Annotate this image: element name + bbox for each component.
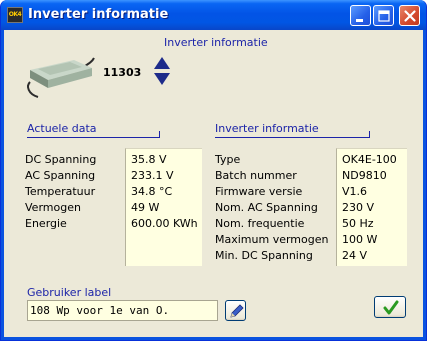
label-temperatuur: Temperatuur bbox=[25, 185, 96, 198]
edit-label-button[interactable] bbox=[225, 300, 246, 321]
label-maximum-vermogen: Maximum vermogen bbox=[215, 233, 329, 246]
label-vermogen: Vermogen bbox=[25, 201, 81, 214]
inverter-info-divider bbox=[215, 131, 370, 138]
page-title: Inverter informatie bbox=[164, 36, 268, 49]
value-nom-ac-spanning: 230 V bbox=[342, 201, 375, 214]
triangle-down-icon[interactable] bbox=[153, 72, 171, 86]
ok4-app-icon[interactable]: OK4 bbox=[7, 7, 23, 23]
label-type: Type bbox=[215, 153, 241, 166]
label-nom-ac-spanning: Nom. AC Spanning bbox=[215, 201, 318, 214]
close-button[interactable] bbox=[399, 5, 420, 26]
value-dc-spanning: 35.8 V bbox=[131, 153, 167, 166]
inverter-info-values: OK4E-100 ND9810 V1.6 230 V 50 Hz 100 W 2… bbox=[336, 148, 407, 266]
value-batch-nummer: ND9810 bbox=[342, 169, 387, 182]
inverter-number: 11303 bbox=[103, 66, 142, 79]
label-min-dc-spanning: Min. DC Spanning bbox=[215, 249, 313, 262]
value-type: OK4E-100 bbox=[342, 153, 397, 166]
label-batch-nummer: Batch nummer bbox=[215, 169, 297, 182]
value-maximum-vermogen: 100 W bbox=[342, 233, 378, 246]
label-energie: Energie bbox=[25, 217, 67, 230]
value-firmware-versie: V1.6 bbox=[342, 185, 368, 198]
actual-data-labels: DC Spanning AC Spanning Temperatuur Verm… bbox=[25, 152, 96, 232]
minimize-button[interactable] bbox=[350, 5, 371, 26]
inverter-info-labels: Type Batch nummer Firmware versie Nom. A… bbox=[215, 152, 328, 264]
pencil-icon bbox=[230, 304, 244, 318]
title-bar[interactable]: OK4 Inverter informatie bbox=[1, 0, 426, 30]
maximize-button[interactable] bbox=[373, 5, 394, 26]
value-vermogen: 49 W bbox=[131, 201, 160, 214]
triangle-up-icon[interactable] bbox=[153, 56, 171, 70]
inverter-device-icon bbox=[27, 57, 95, 98]
value-ac-spanning: 233.1 V bbox=[131, 169, 174, 182]
value-temperatuur: 34.8 °C bbox=[131, 185, 173, 198]
user-label-field[interactable]: 108 Wp voor 1e van O. bbox=[27, 300, 218, 321]
value-min-dc-spanning: 24 V bbox=[342, 249, 368, 262]
value-nom-frequentie: 50 Hz bbox=[342, 217, 374, 230]
actual-data-divider bbox=[27, 131, 160, 138]
label-dc-spanning: DC Spanning bbox=[25, 153, 97, 166]
close-icon bbox=[404, 10, 416, 22]
maximize-icon bbox=[378, 10, 390, 22]
inverter-info-window: OK4 Inverter informatie Inverter informa… bbox=[0, 0, 427, 341]
label-firmware-versie: Firmware versie bbox=[215, 185, 303, 198]
label-ac-spanning: AC Spanning bbox=[25, 169, 96, 182]
dialog-body: Inverter informatie 11303 Actuele data D… bbox=[4, 30, 423, 337]
minimize-icon bbox=[356, 19, 363, 22]
checkmark-icon bbox=[383, 300, 399, 315]
value-energie: 600.00 KWh bbox=[131, 217, 198, 230]
user-label-heading: Gebruiker label bbox=[27, 286, 112, 299]
label-nom-frequentie: Nom. frequentie bbox=[215, 217, 305, 230]
ok-button[interactable] bbox=[374, 296, 406, 318]
window-title: Inverter informatie bbox=[28, 7, 169, 22]
actual-data-values: 35.8 V 233.1 V 34.8 °C 49 W 600.00 KWh bbox=[125, 148, 202, 266]
